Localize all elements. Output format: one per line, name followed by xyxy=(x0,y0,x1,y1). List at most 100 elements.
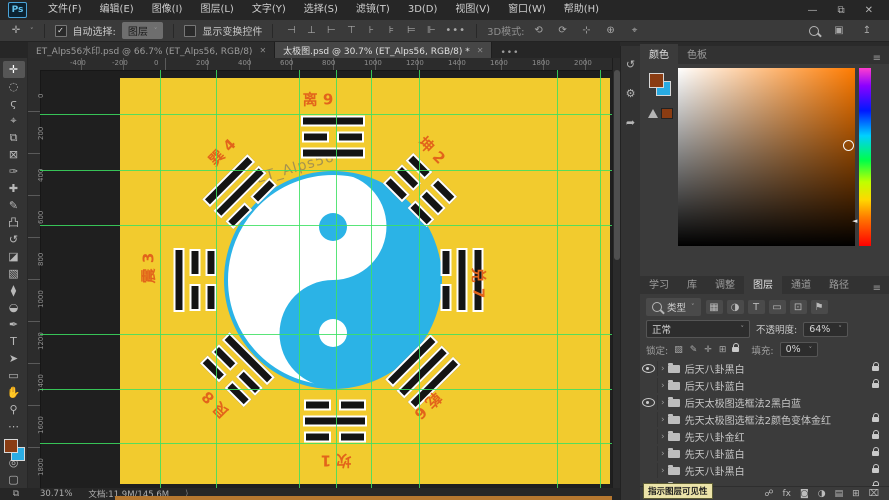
align-vcenter-icon[interactable]: ⊨ xyxy=(403,25,419,36)
color-field[interactable] xyxy=(678,68,855,246)
tool-preset-caret-icon[interactable]: ˅ xyxy=(30,27,34,35)
guide-line-vertical[interactable] xyxy=(160,70,161,488)
show-transform-checkbox[interactable] xyxy=(184,25,196,37)
layer-row[interactable]: › 先天八卦黑白 xyxy=(640,462,889,479)
visibility-toggle[interactable] xyxy=(640,446,658,461)
link-layers-icon[interactable]: ☍ xyxy=(764,489,773,499)
guide-line-horizontal[interactable] xyxy=(40,443,612,444)
crop-tool[interactable]: ⧉ xyxy=(3,129,25,146)
filter-shape-icon[interactable]: ▭ xyxy=(769,300,786,314)
gamut-warning[interactable] xyxy=(648,108,673,119)
screen-mode-icon[interactable]: ⧉ xyxy=(8,489,24,499)
eraser-tool[interactable]: ◪ xyxy=(3,248,25,265)
tab-overflow-menu[interactable]: ••• xyxy=(492,48,527,58)
guide-line-vertical[interactable] xyxy=(336,70,337,488)
visibility-toggle[interactable] xyxy=(640,378,658,393)
3d-pan-icon[interactable]: ⊹ xyxy=(579,25,595,36)
layer-name[interactable]: 先天八卦黑白 xyxy=(685,463,745,478)
layer-row[interactable]: ›后天八卦黑白 xyxy=(640,360,889,377)
tab-学习[interactable]: 学习 xyxy=(640,274,678,294)
brush-tool[interactable]: ✎ xyxy=(3,197,25,214)
hand-tool[interactable]: ✋ xyxy=(3,384,25,401)
close-button[interactable]: ✕ xyxy=(865,5,873,16)
menu-item-7[interactable]: 3D(D) xyxy=(399,0,447,20)
filter-toggle-icon[interactable]: ⚑ xyxy=(811,300,828,314)
lock-all-icon[interactable] xyxy=(732,347,739,352)
tab-图层[interactable]: 图层 xyxy=(744,274,782,294)
visibility-toggle[interactable] xyxy=(640,395,658,410)
filter-kind-dropdown[interactable]: 类型 ˅ xyxy=(646,298,701,316)
lock-paint-icon[interactable]: ✎ xyxy=(690,345,698,355)
options-ellipsis-icon[interactable]: ••• xyxy=(445,25,466,36)
restore-button[interactable]: ⧉ xyxy=(837,5,844,16)
layer-row[interactable]: › 后天八卦蓝白 xyxy=(640,377,889,394)
layer-row[interactable]: ›先天八卦蓝白 xyxy=(640,445,889,462)
expand-arrow-icon[interactable]: › xyxy=(661,466,665,476)
add-mask-icon[interactable]: ◙ xyxy=(800,489,809,499)
filter-type-icon[interactable]: T xyxy=(748,300,765,314)
close-tab-icon[interactable]: ✕ xyxy=(259,46,266,55)
guide-line-horizontal[interactable] xyxy=(40,225,612,226)
scrollbar-horizontal[interactable] xyxy=(115,496,612,500)
properties-panel-icon[interactable]: ⚙ xyxy=(626,87,636,100)
type-tool[interactable]: T xyxy=(3,333,25,350)
new-group-icon[interactable]: ▤ xyxy=(835,489,844,499)
lock-artboard-icon[interactable]: ⊞ xyxy=(719,345,727,355)
guide-line-vertical[interactable] xyxy=(419,70,420,488)
move-tool[interactable]: ✛ xyxy=(3,61,25,78)
expand-arrow-icon[interactable]: › xyxy=(661,415,665,425)
expand-arrow-icon[interactable]: › xyxy=(661,381,665,391)
fill-input[interactable]: 0% ˅ xyxy=(780,342,819,357)
layer-name[interactable]: 后天八卦蓝白 xyxy=(685,378,745,393)
visibility-toggle[interactable] xyxy=(640,429,658,444)
ruler-horizontal[interactable]: -400-20002004006008001000120014001600180… xyxy=(40,58,612,71)
path-selection-tool[interactable]: ➤ xyxy=(3,350,25,367)
object-selection-tool[interactable]: ⌖ xyxy=(3,112,25,129)
menu-item-0[interactable]: 文件(F) xyxy=(39,0,91,20)
3d-rotate-icon[interactable]: ⟲ xyxy=(531,25,547,36)
guide-line-vertical[interactable] xyxy=(216,70,217,488)
guide-line-horizontal[interactable] xyxy=(40,170,612,171)
search-icon[interactable] xyxy=(809,26,819,36)
3d-slide-icon[interactable]: ⊕ xyxy=(603,25,619,36)
auto-select-target-dropdown[interactable]: 图层 ˅ xyxy=(122,22,164,39)
guide-line-vertical[interactable] xyxy=(371,70,372,488)
blur-tool[interactable]: ⧫ xyxy=(3,282,25,299)
dodge-tool[interactable]: ◒ xyxy=(3,299,25,316)
share-panel-icon[interactable]: ➦ xyxy=(626,116,635,129)
align-top-icon[interactable]: ⊤ xyxy=(343,25,359,36)
toolbar-ellipsis[interactable]: ⋯ xyxy=(3,418,25,435)
tab-路径[interactable]: 路径 xyxy=(820,274,858,294)
guide-line-horizontal[interactable] xyxy=(40,114,612,115)
gradient-tool[interactable]: ▧ xyxy=(3,265,25,282)
zoom-level[interactable]: 30.71% xyxy=(40,489,72,499)
layer-row[interactable]: ›先天八卦金红 xyxy=(640,428,889,445)
panel-menu-icon[interactable]: ≡ xyxy=(873,283,889,294)
guide-line-vertical[interactable] xyxy=(600,70,601,488)
delete-layer-icon[interactable]: ⌧ xyxy=(869,489,879,499)
document-tab-0[interactable]: ET_Alps56水印.psd @ 66.7% (ET_Alps56, RGB/… xyxy=(28,42,275,58)
tab-通道[interactable]: 通道 xyxy=(782,274,820,294)
new-layer-icon[interactable]: ⊞ xyxy=(852,489,860,499)
adjustment-layer-icon[interactable]: ◑ xyxy=(818,489,826,499)
align-bottom-icon[interactable]: ⊩ xyxy=(423,25,439,36)
lock-transparent-icon[interactable]: ▨ xyxy=(674,345,683,355)
layer-row[interactable]: ›后天太极图选框法2黑白蓝 xyxy=(640,394,889,411)
layer-name[interactable]: 先天太极图选框法2颜色变体金红 xyxy=(685,412,831,427)
ruler-vertical[interactable]: 020040060080010001200140016001800 xyxy=(28,70,41,488)
tab-swatches[interactable]: 色板 xyxy=(678,44,716,64)
share-icon[interactable]: ↥ xyxy=(859,25,875,36)
tab-调整[interactable]: 调整 xyxy=(706,274,744,294)
history-panel-icon[interactable]: ↺ xyxy=(626,58,635,71)
blend-mode-dropdown[interactable]: 正常 ˅ xyxy=(646,320,750,338)
menu-item-2[interactable]: 图像(I) xyxy=(143,0,192,20)
minimize-button[interactable]: — xyxy=(807,5,817,16)
tab-color[interactable]: 颜色 xyxy=(640,44,678,64)
filter-smartobject-icon[interactable]: ⊡ xyxy=(790,300,807,314)
expand-arrow-icon[interactable]: › xyxy=(661,364,665,374)
expand-arrow-icon[interactable]: › xyxy=(661,398,665,408)
align-right-icon[interactable]: ⊢ xyxy=(323,25,339,36)
document-tab-1[interactable]: 太极图.psd @ 30.7% (ET_Alps56, RGB/8) *✕ xyxy=(275,42,492,58)
lasso-tool[interactable]: ϛ xyxy=(3,95,25,112)
workspace-icon[interactable]: ▣ xyxy=(831,25,847,36)
